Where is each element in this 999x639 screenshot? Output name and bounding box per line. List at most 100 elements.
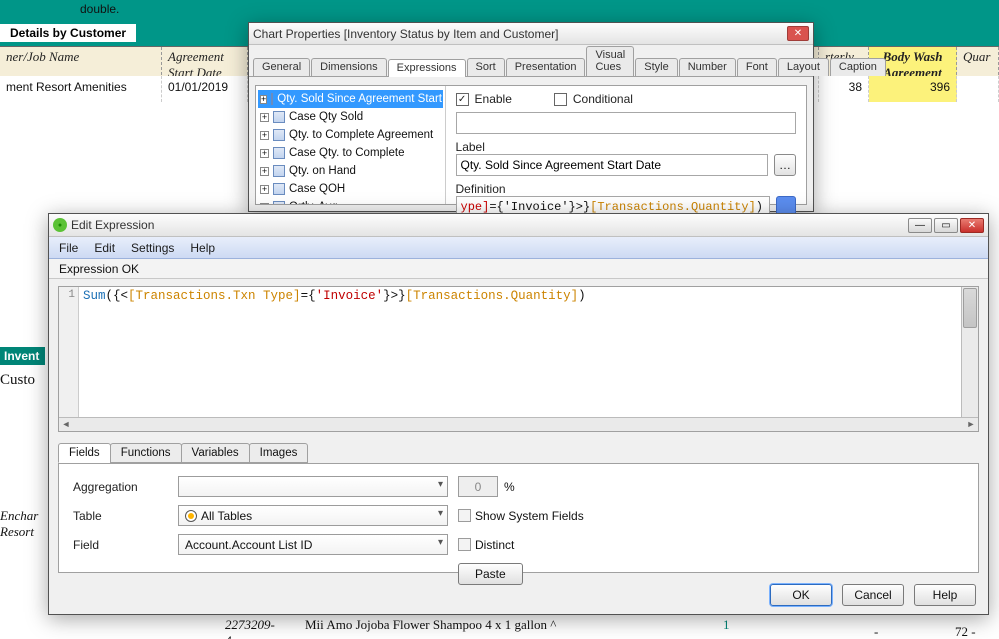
item-name: Mii Amo Jojoba Flower Shampoo 4 x 1 gall… — [305, 617, 556, 633]
table-select[interactable]: All Tables — [178, 505, 448, 526]
inventory-band: Invent — [0, 347, 45, 365]
lower-tab-functions[interactable]: Functions — [110, 443, 182, 463]
list-icon — [273, 111, 285, 123]
aggregation-label: Aggregation — [73, 480, 168, 494]
conditional-input[interactable] — [456, 112, 796, 134]
edit-titlebar[interactable]: Edit Expression — ▭ ✕ — [49, 214, 988, 237]
list-icon — [273, 147, 285, 159]
dialog-title: Chart Properties [Inventory Status by It… — [253, 27, 785, 41]
expression-item[interactable]: + Qty. Sold Since Agreement Start Date — [258, 90, 443, 108]
expression-tree[interactable]: +Qty. Sold Since Agreement Start Date+Ca… — [256, 86, 446, 204]
dialog-titlebar[interactable]: Chart Properties [Inventory Status by It… — [249, 23, 813, 45]
cell-v2: 396 — [869, 76, 957, 102]
row-val-4: - — [874, 624, 878, 639]
table-label: Table — [73, 509, 168, 523]
lower-tab-images[interactable]: Images — [249, 443, 309, 463]
help-button[interactable]: Help — [914, 584, 976, 606]
menu-edit[interactable]: Edit — [94, 241, 115, 255]
definition-label: Definition — [456, 182, 796, 196]
scroll-right-icon[interactable]: ► — [964, 418, 978, 430]
lower-tabbar: FieldsFunctionsVariablesImages — [58, 443, 307, 463]
show-system-label: Show System Fields — [475, 509, 584, 523]
expand-icon[interactable]: + — [260, 167, 269, 176]
tab-layout[interactable]: Layout — [778, 58, 829, 76]
edit-title: Edit Expression — [71, 218, 908, 232]
distinct-checkbox[interactable] — [458, 538, 471, 551]
tab-caption[interactable]: Caption — [830, 58, 886, 76]
vertical-scrollbar[interactable] — [961, 287, 978, 417]
field-select[interactable]: Account.Account List ID — [178, 534, 448, 555]
paste-button[interactable]: Paste — [458, 563, 523, 585]
expand-icon[interactable]: + — [260, 95, 267, 104]
tab-sort[interactable]: Sort — [467, 58, 505, 76]
code-editor[interactable]: 1 Sum({<[Transactions.Txn Type]={'Invoic… — [58, 286, 979, 432]
scroll-left-icon[interactable]: ◄ — [59, 418, 73, 430]
expand-icon[interactable]: + — [260, 185, 269, 194]
expand-icon[interactable]: + — [260, 113, 269, 122]
cell-job: ment Resort Amenities — [0, 76, 162, 102]
menu-help[interactable]: Help — [190, 241, 215, 255]
chart-properties-dialog: Chart Properties [Inventory Status by It… — [248, 22, 814, 212]
app-icon — [53, 218, 67, 232]
list-icon — [271, 93, 273, 105]
show-system-checkbox[interactable] — [458, 509, 471, 522]
expression-item[interactable]: + Case QOH — [258, 180, 443, 198]
expression-item[interactable]: + Case Qty. to Complete — [258, 144, 443, 162]
tab-number[interactable]: Number — [679, 58, 736, 76]
lower-tab-fields[interactable]: Fields — [58, 443, 111, 463]
cell-date: 01/01/2019 — [162, 76, 248, 102]
label-label: Label — [456, 140, 796, 154]
report-title: Details by Customer — [0, 24, 136, 42]
aggregation-select[interactable] — [178, 476, 448, 497]
code-text[interactable]: Sum({<[Transactions.Txn Type]={'Invoice'… — [83, 289, 960, 417]
expression-item[interactable]: +Qrtly. Avg. — [258, 198, 443, 204]
tab-font[interactable]: Font — [737, 58, 777, 76]
expression-label: Case QOH — [289, 183, 345, 195]
all-tables-radio-icon — [185, 510, 197, 522]
maximize-button[interactable]: ▭ — [934, 218, 958, 233]
tab-dimensions[interactable]: Dimensions — [311, 58, 386, 76]
expression-item[interactable]: +Case Qty Sold — [258, 108, 443, 126]
tab-style[interactable]: Style — [635, 58, 677, 76]
horizontal-scrollbar[interactable]: ◄ ► — [59, 417, 978, 431]
cancel-button[interactable]: Cancel — [842, 584, 904, 606]
close-button[interactable]: ✕ — [960, 218, 984, 233]
list-icon — [273, 165, 285, 177]
ok-button[interactable]: OK — [770, 584, 832, 606]
percent-label: % — [504, 480, 515, 494]
close-button[interactable]: ✕ — [787, 26, 809, 41]
expand-icon[interactable]: + — [260, 203, 269, 205]
properties-tabbar: GeneralDimensionsExpressionsSortPresenta… — [249, 55, 813, 77]
list-icon — [273, 129, 285, 141]
menu-file[interactable]: File — [59, 241, 78, 255]
edit-expression-dialog: Edit Expression — ▭ ✕ File Edit Settings He… — [48, 213, 989, 615]
minimize-button[interactable]: — — [908, 218, 932, 233]
expression-item[interactable]: + Qty. to Complete Agreement — [258, 126, 443, 144]
label-input[interactable] — [456, 154, 768, 176]
expression-label: Qty. on Hand — [289, 165, 356, 177]
menu-settings[interactable]: Settings — [131, 241, 174, 255]
expression-item[interactable]: + Qty. on Hand — [258, 162, 443, 180]
enable-checkbox[interactable] — [456, 93, 469, 106]
tab-visual-cues[interactable]: Visual Cues — [586, 46, 634, 76]
note: double. — [80, 2, 119, 16]
expression-label: Qty. Sold Since Agreement Start Date — [277, 93, 445, 105]
expression-label: Qty. to Complete Agreement — [289, 129, 433, 141]
expand-icon[interactable]: + — [260, 149, 269, 158]
menubar: File Edit Settings Help — [49, 237, 988, 259]
label-ellipsis-button[interactable]: … — [774, 154, 796, 176]
customer-name: Enchar Resort — [0, 508, 38, 540]
expression-label: Case Qty. to Complete — [289, 147, 404, 159]
lower-tab-variables[interactable]: Variables — [181, 443, 250, 463]
expand-icon[interactable]: + — [260, 131, 269, 140]
enable-label: Enable — [475, 92, 512, 106]
field-label: Field — [73, 538, 168, 552]
conditional-checkbox[interactable] — [554, 93, 567, 106]
tab-general[interactable]: General — [253, 58, 310, 76]
tab-expressions[interactable]: Expressions — [388, 59, 466, 77]
customer-label: Custo — [0, 372, 35, 389]
tab-presentation[interactable]: Presentation — [506, 58, 586, 76]
percent-box[interactable]: 0 — [458, 476, 498, 497]
row-val-5: 72 - — [955, 624, 976, 639]
row-val-1: 1 — [723, 617, 730, 633]
